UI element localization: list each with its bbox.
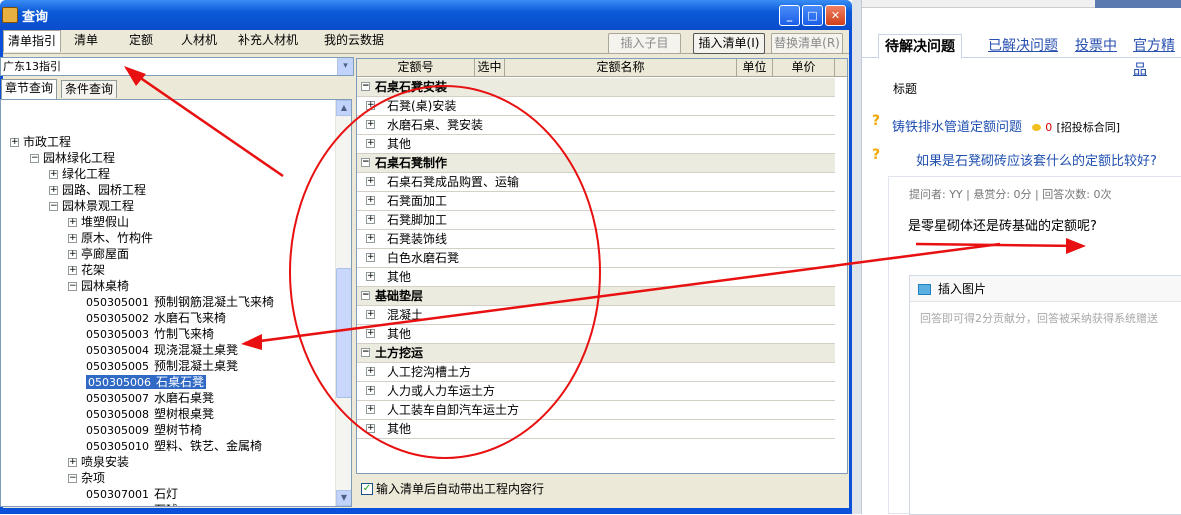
annotation-arrow-3 xyxy=(915,242,1083,248)
annotation-arrowhead-2 xyxy=(241,334,262,350)
annotation-arrow-1 xyxy=(125,66,284,178)
annotation-arrow-2 xyxy=(244,242,1001,345)
annotation-arrowhead-3 xyxy=(1066,238,1086,254)
annotation-layer xyxy=(124,66,1086,459)
annotation-arrowhead-1 xyxy=(124,66,146,86)
annotation-ellipse xyxy=(289,85,601,459)
